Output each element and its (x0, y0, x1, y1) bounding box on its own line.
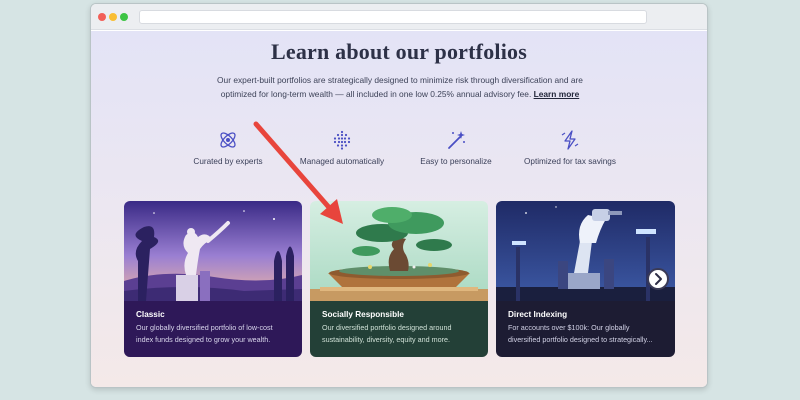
feature-easy-to-personalize: Easy to personalize (391, 129, 521, 166)
feature-label: Optimized for tax savings (524, 157, 616, 166)
page-content: Learn about our portfolios Our expert-bu… (91, 31, 707, 387)
lightning-icon (561, 130, 579, 150)
card-info: Classic Our globally diversified portfol… (124, 301, 302, 357)
feature-managed-automatically: Managed automatically (277, 129, 407, 166)
address-bar[interactable] (139, 10, 647, 24)
card-description: Our diversified portfolio designed aroun… (322, 323, 452, 344)
feature-curated-by-experts: Curated by experts (163, 129, 293, 166)
maximize-window-button[interactable] (120, 13, 128, 21)
feature-optimized-for-tax-savings: Optimized for tax savings (505, 129, 635, 166)
card-description: Our globally diversified portfolio of lo… (136, 323, 273, 344)
feature-label: Managed automatically (299, 157, 385, 166)
close-window-button[interactable] (98, 13, 106, 21)
card-title: Direct Indexing (508, 310, 568, 319)
card-info: Socially Responsible Our diversified por… (310, 301, 488, 357)
card-title: Classic (136, 310, 165, 319)
minimize-window-button[interactable] (109, 13, 117, 21)
magic-wand-icon (448, 131, 465, 149)
feature-label: Easy to personalize (420, 157, 492, 166)
browser-window: Learn about our portfolios Our expert-bu… (90, 3, 708, 388)
dot-grid-icon (333, 130, 351, 150)
learn-more-link[interactable]: Learn more (534, 89, 580, 99)
card-description: For accounts over $100k: Our globally di… (508, 323, 653, 344)
intro-text: Our expert-built portfolios are strategi… (217, 75, 583, 99)
browser-titlebar (91, 4, 707, 30)
discus-thrower-statue-illustration (124, 201, 302, 301)
card-info: Direct Indexing For accounts over $100k:… (496, 301, 675, 357)
chevron-right-icon (655, 273, 662, 285)
page-title: Learn about our portfolios (271, 39, 527, 64)
carousel-next-button[interactable] (647, 268, 669, 290)
portfolio-card-socially-responsible[interactable]: Socially Responsible Our diversified por… (310, 201, 488, 357)
intro-paragraph: Our expert-built portfolios are strategi… (209, 73, 591, 101)
portfolio-card-classic[interactable]: Classic Our globally diversified portfol… (124, 201, 302, 357)
card-title: Socially Responsible (322, 310, 404, 319)
feature-label: Curated by experts (193, 157, 263, 166)
atom-icon (220, 132, 236, 148)
bonsai-tree-illustration (310, 201, 488, 301)
